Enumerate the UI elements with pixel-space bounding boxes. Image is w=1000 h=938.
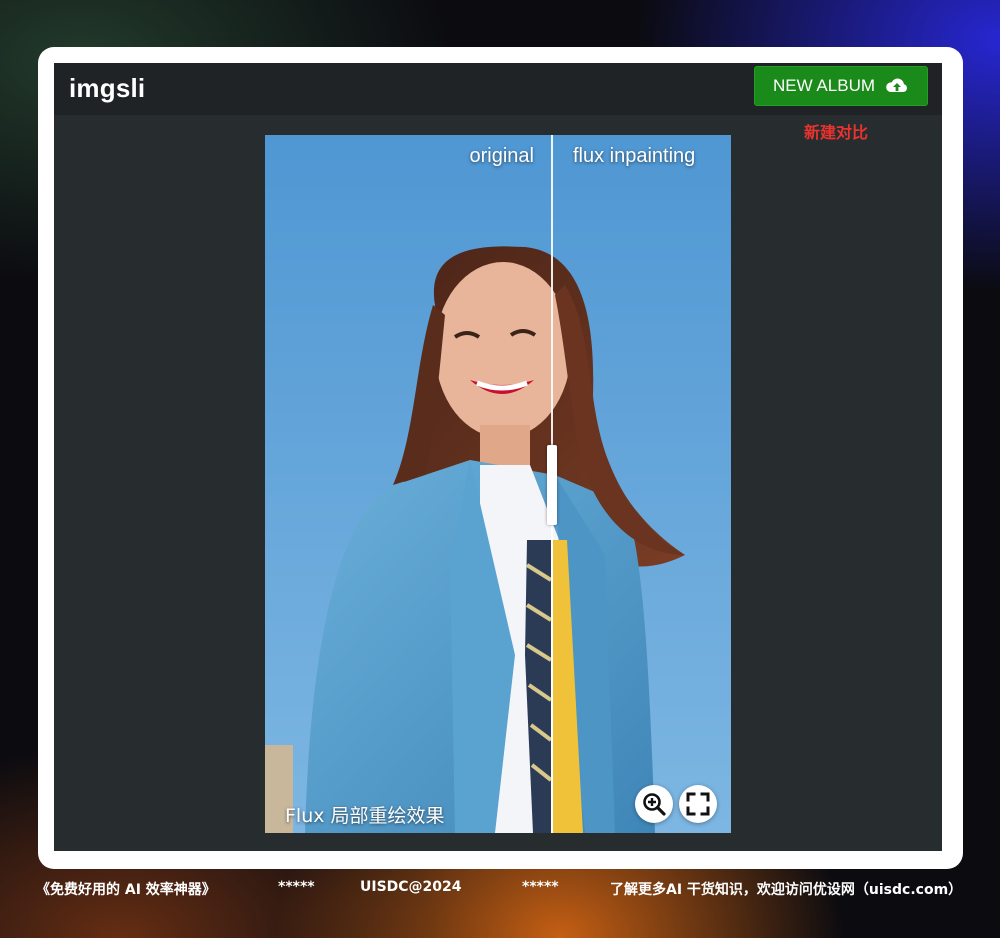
screenshot-frame: imgsli NEW ALBUM 新建对比 original flux inpa… (38, 47, 963, 869)
fullscreen-icon (686, 792, 710, 816)
footer-copyright: UISDC@2024 (360, 879, 462, 895)
zoom-in-icon (643, 793, 666, 816)
new-album-annotation: 新建对比 (804, 123, 869, 142)
imgsli-app: imgsli NEW ALBUM 新建对比 original flux inpa… (54, 63, 942, 851)
image-caption: Flux 局部重绘效果 (285, 805, 445, 827)
original-label: original (469, 145, 534, 167)
footer-stars-right: ***** (522, 879, 559, 895)
new-album-label: NEW ALBUM (772, 76, 876, 95)
comparison-image (265, 135, 731, 833)
zoom-button[interactable] (635, 785, 673, 823)
navbar: imgsli NEW ALBUM (54, 63, 942, 115)
cloud-upload-icon (886, 78, 907, 92)
footer-bar: 《免费好用的 AI 效率神器》 ***** UISDC@2024 ***** 了… (0, 879, 1000, 901)
split-handle[interactable] (547, 445, 557, 525)
inpainting-label: flux inpainting (573, 145, 696, 167)
brand-logo[interactable]: imgsli (69, 73, 145, 104)
image-comparison-viewer[interactable]: original flux inpainting Flux 局部重绘效果 (265, 135, 731, 833)
footer-stars-left: ***** (278, 879, 315, 895)
new-album-button[interactable]: NEW ALBUM (754, 66, 928, 106)
fullscreen-button[interactable] (679, 785, 717, 823)
footer-left-text: 《免费好用的 AI 效率神器》 (36, 882, 216, 898)
footer-right-text: 了解更多AI 干货知识，欢迎访问优设网（uisdc.com） (610, 882, 963, 898)
